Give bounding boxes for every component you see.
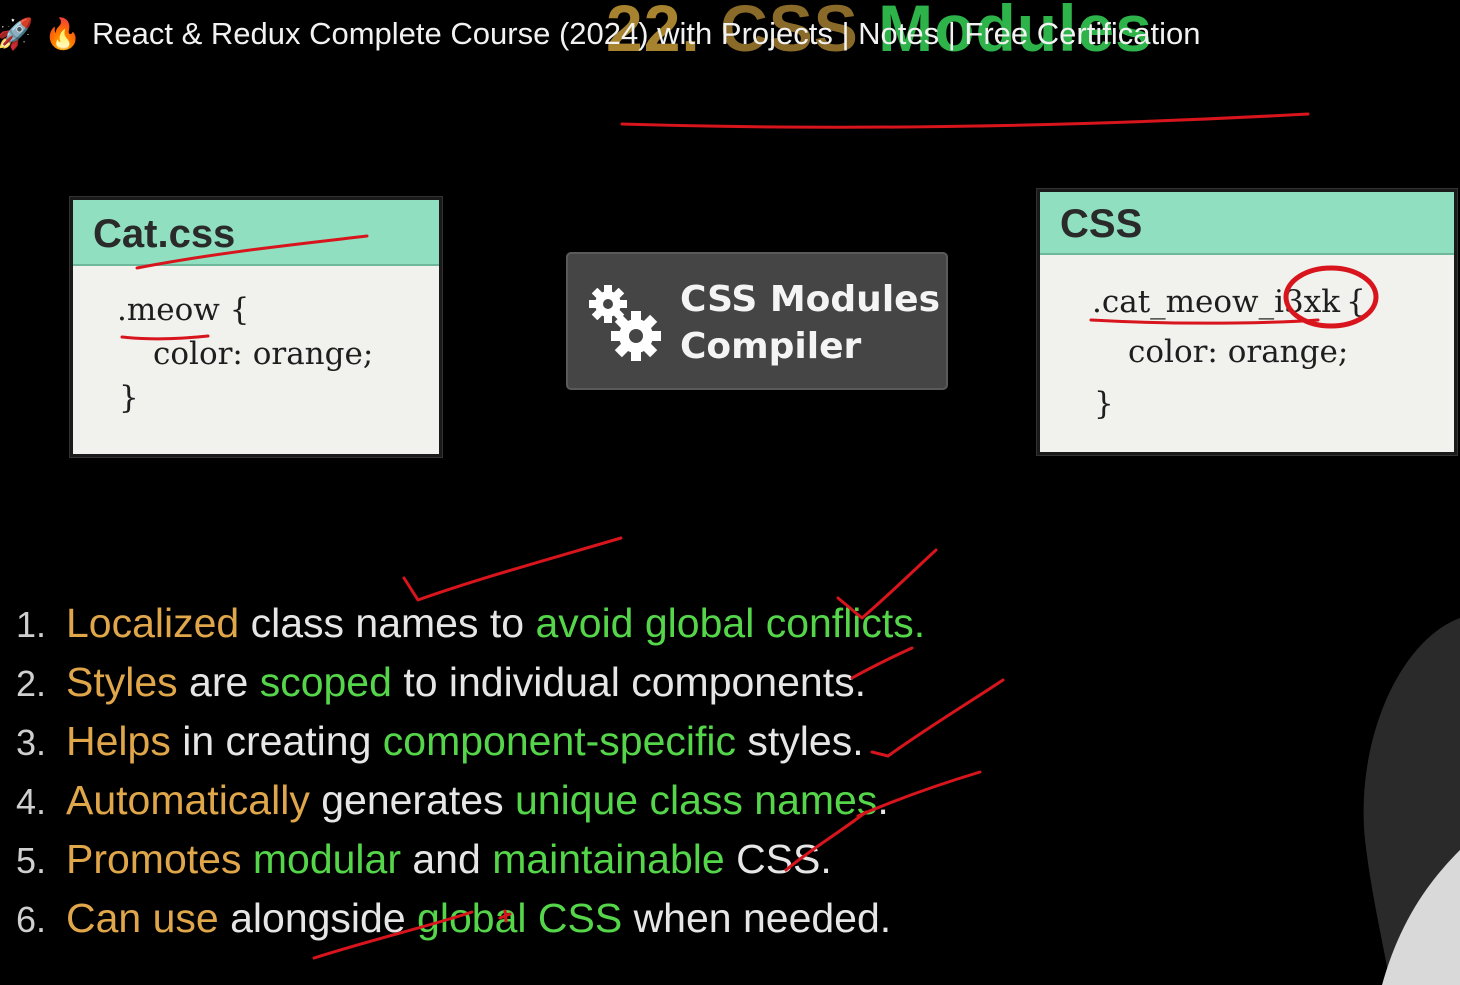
fire-icon: 🔥 (44, 18, 82, 51)
output-hash: i3xk (1274, 284, 1341, 320)
benefit-item: 6. Can use alongside global CSS when need… (16, 895, 891, 942)
compiler-label: CSS Modules Compiler (680, 279, 940, 367)
benefit-text-segment: unique class names (514, 777, 878, 823)
benefit-text-segment: . (877, 777, 889, 823)
benefit-text-segment: Automatically (66, 777, 310, 823)
benefit-item: 5. Promotes modular and maintainable CSS. (16, 836, 832, 883)
benefit-text-segment: modular (252, 836, 401, 882)
benefit-text-segment: styles. (736, 718, 864, 764)
output-line-selector: .cat_meow_i3xk{ (1092, 284, 1366, 320)
benefit-text-segment: CSS. (724, 836, 832, 882)
output-class-name: .cat_meow_ (1092, 284, 1275, 320)
benefit-text-segment (241, 836, 252, 882)
benefit-text-segment: in creating (170, 718, 383, 764)
benefit-item: 4. Automatically generates unique class n… (16, 777, 889, 824)
benefit-number: 6. (16, 899, 47, 940)
output-line-close: } (1094, 386, 1114, 422)
benefit-number: 1. (16, 604, 47, 645)
benefit-text-segment: avoid global conflicts. (535, 600, 926, 646)
source-css-card: Cat.css .meow { color: orange; } (70, 197, 442, 457)
css-modules-compiler-box: CSS Modules Compiler (566, 252, 948, 390)
benefit-text-segment: when needed. (622, 895, 892, 941)
benefit-text-segment: global CSS (417, 895, 623, 941)
benefit-item: 3. Helps in creating component-specific s… (16, 718, 864, 765)
benefit-item: 2. Styles are scoped to individual compon… (16, 659, 866, 706)
output-line-rule: color: orange; (1128, 334, 1349, 370)
benefit-text-segment: and (400, 836, 493, 882)
benefit-text-segment: Styles (66, 659, 178, 705)
source-line-rule: color: orange; (153, 336, 374, 372)
benefit-number: 4. (16, 781, 47, 822)
benefit-number: 3. (16, 722, 47, 763)
video-title[interactable]: React & Redux Complete Course (2024) wit… (92, 16, 1200, 52)
source-line-close: } (119, 380, 139, 416)
source-card-title: Cat.css (73, 200, 439, 266)
output-open-brace: { (1346, 284, 1366, 320)
output-css-card: CSS .cat_meow_i3xk{ color: orange; } (1037, 189, 1457, 455)
benefit-text-segment: are (177, 659, 260, 705)
presenter-webcam (1363, 618, 1460, 985)
source-line-selector: .meow { (117, 292, 250, 328)
benefit-text-segment: to individual components. (391, 659, 866, 705)
benefit-text-segment: scoped (259, 659, 392, 705)
rocket-icon: 🚀 (0, 18, 34, 51)
benefit-text-segment: Localized (66, 600, 240, 646)
benefit-item: 1. Localized class names to avoid global … (16, 600, 925, 647)
benefit-text-segment: alongside (218, 895, 418, 941)
benefit-number: 5. (16, 840, 47, 881)
gears-icon (589, 285, 661, 361)
benefit-text-segment: generates (309, 777, 515, 823)
benefit-text-segment: Helps (66, 718, 171, 764)
output-card-title: CSS (1040, 192, 1454, 255)
benefit-text-segment: Promotes (66, 836, 242, 882)
benefit-text-segment: component-specific (382, 718, 737, 764)
benefit-number: 2. (16, 663, 47, 704)
benefit-text-segment: class names to (239, 600, 536, 646)
benefit-text-segment: maintainable (492, 836, 725, 882)
benefit-text-segment: Can use (66, 895, 219, 941)
